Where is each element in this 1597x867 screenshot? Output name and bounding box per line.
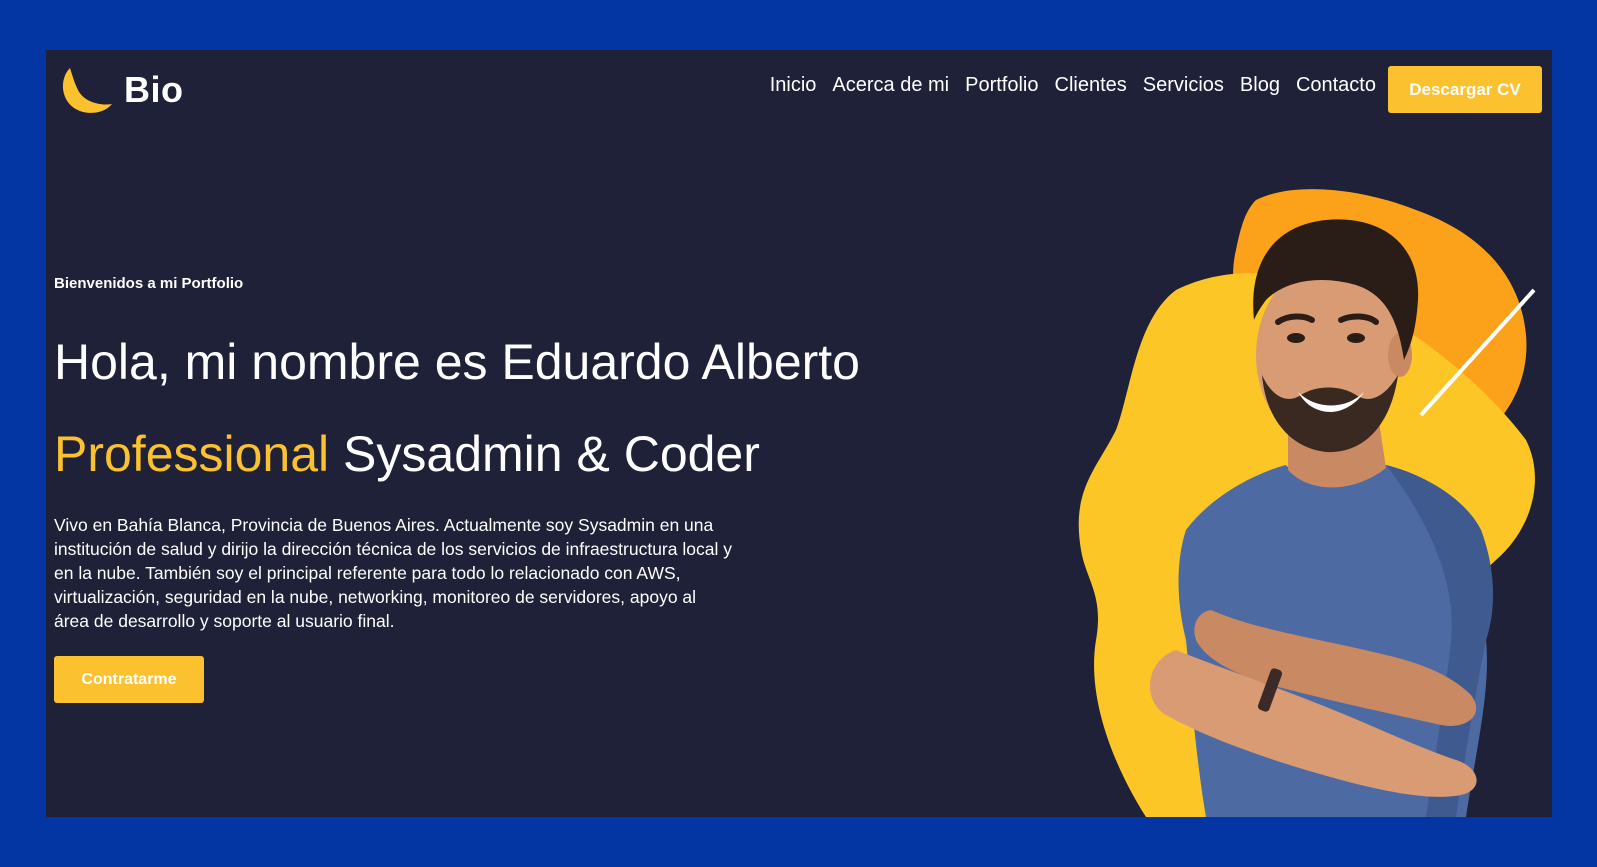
subheadline-rest: Sysadmin & Coder <box>329 426 760 482</box>
welcome-text: Bienvenidos a mi Portfolio <box>54 275 244 292</box>
logo-text: Bio <box>124 69 184 110</box>
eye-left <box>1287 333 1305 343</box>
nav-item-portfolio[interactable]: Portfolio <box>965 74 1038 97</box>
site-logo[interactable]: Bio <box>60 64 184 116</box>
nav-item-servicios[interactable]: Servicios <box>1143 74 1224 97</box>
subheadline-accent: Professional <box>54 426 330 482</box>
nav-item-clientes[interactable]: Clientes <box>1055 74 1127 97</box>
page-frame: Bio Inicio Acerca de mi Portfolio Client… <box>46 50 1552 817</box>
nav-item-acerca[interactable]: Acerca de mi <box>832 74 949 97</box>
hero-illustration <box>1078 189 1536 817</box>
nav-item-contacto[interactable]: Contacto <box>1296 74 1376 97</box>
hero-subheadline: Professional Sysadmin & Coder <box>54 424 760 484</box>
hire-me-button[interactable]: Contratarme <box>54 656 204 703</box>
crescent-logo-icon <box>62 68 112 113</box>
download-cv-button[interactable]: Descargar CV <box>1388 66 1542 113</box>
main-nav: Inicio Acerca de mi Portfolio Clientes S… <box>770 74 1376 97</box>
nav-item-inicio[interactable]: Inicio <box>770 74 817 97</box>
hero-bio: Vivo en Bahía Blanca, Provincia de Bueno… <box>54 515 732 631</box>
eye-right <box>1347 333 1365 343</box>
nav-item-blog[interactable]: Blog <box>1240 74 1280 97</box>
hero-headline: Hola, mi nombre es Eduardo Alberto <box>54 334 860 390</box>
